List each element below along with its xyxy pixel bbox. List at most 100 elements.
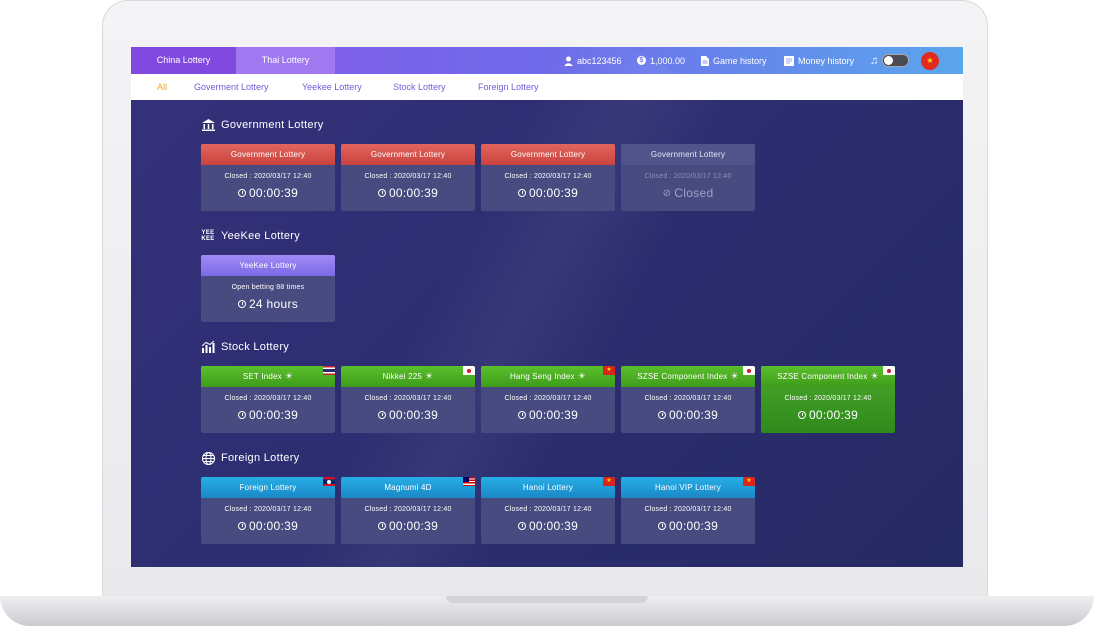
thailand-flag-icon (323, 366, 335, 375)
document-icon (701, 55, 709, 66)
countdown-value: 00:00:39 (248, 519, 299, 533)
money-history-link[interactable]: Money history (784, 47, 854, 74)
lottery-card-highlighted[interactable]: SZSE Component Index ☀ Closed : 2020/03/1… (761, 366, 895, 433)
card-status: ⊘ Closed (621, 186, 755, 200)
lottery-card[interactable]: Nikkei 225 ☀ Closed : 2020/03/17 12:40 00… (341, 366, 475, 433)
malaysia-flag-icon (463, 477, 475, 486)
language-selector[interactable]: ★ (921, 47, 939, 74)
card-countdown: 00:00:39 (341, 408, 475, 422)
laptop-notch (446, 596, 648, 603)
music-icon: ♫ (870, 54, 879, 67)
card-header: Hang Seng Index ☀ ★ (481, 366, 615, 387)
card-close-time: Closed : 2020/03/17 12:40 (364, 173, 452, 180)
card-header: Nikkei 225 ☀ (341, 366, 475, 387)
clock-icon (657, 522, 666, 530)
lottery-card[interactable]: Hanoi VIP Lottery ★ Closed : 2020/03/17 1… (621, 477, 755, 544)
section-foreign: Foreign Lottery (201, 450, 299, 466)
countdown-value: 00:00:39 (388, 519, 439, 533)
card-title: Magnumi 4D (384, 483, 432, 492)
clock-icon (237, 300, 246, 308)
lottery-card[interactable]: YeeKee Lottery Open betting 88 times 24 … (201, 255, 335, 322)
countdown-value: 00:00:39 (388, 408, 439, 422)
card-title: SZSE Component Index (637, 372, 728, 381)
card-title: YeeKee Lottery (201, 255, 335, 276)
subnav-foreign[interactable]: Foreign Lottery (478, 74, 539, 100)
card-countdown: 00:00:39 (481, 186, 615, 200)
lottery-card[interactable]: Government Lottery Closed : 2020/03/17 1… (201, 144, 335, 211)
subnav-yeekee[interactable]: Yeekee Lottery (302, 74, 362, 100)
sun-icon: ☀ (730, 371, 739, 381)
clock-icon (657, 411, 666, 419)
lottery-card[interactable]: Hang Seng Index ☀ ★ Closed : 2020/03/17 12… (481, 366, 615, 433)
card-close-time: Closed : 2020/03/17 12:40 (504, 506, 592, 513)
yeekee-logo-icon: YEE KEE (201, 230, 215, 242)
card-countdown: 00:00:39 (201, 186, 335, 200)
section-title-foreign: Foreign Lottery (221, 452, 300, 464)
countdown-value: 00:00:39 (248, 408, 299, 422)
clock-icon (377, 189, 386, 197)
clock-icon (517, 189, 526, 197)
japan-flag-icon (463, 366, 475, 375)
receipt-icon (784, 55, 794, 66)
sun-icon: ☀ (425, 371, 434, 381)
china-flag-icon: ★ (921, 51, 939, 70)
card-title: Hanoi Lottery (522, 483, 574, 492)
closed-icon: ⊘ (662, 187, 672, 199)
card-close-time: Closed : 2020/03/17 12:40 (644, 395, 732, 402)
hongkong-flag-icon: ★ (603, 366, 615, 375)
lottery-card[interactable]: Foreign Lottery Closed : 2020/03/17 12:4… (201, 477, 335, 544)
section-yeekee: YEE KEE YeeKee Lottery (201, 228, 300, 244)
section-government: Government Lottery (201, 117, 324, 133)
card-title: SZSE Component Index (777, 372, 868, 381)
sun-icon: ☀ (577, 371, 587, 381)
countdown-value: 00:00:39 (808, 408, 859, 422)
lottery-card[interactable]: Magnumi 4D Closed : 2020/03/17 12:40 00:… (341, 477, 475, 544)
card-title: Foreign Lottery (239, 483, 297, 492)
lottery-list: Government Lottery Government Lottery Cl… (131, 100, 963, 567)
card-header: SZSE Component Index ☀ (761, 366, 895, 387)
subnav-all[interactable]: All (157, 74, 167, 100)
card-close-time: Closed : 2020/03/17 12:40 (224, 506, 312, 513)
card-title: SET Index (242, 372, 282, 381)
clock-icon (517, 411, 526, 419)
clock-icon (237, 189, 246, 197)
game-history-link[interactable]: Game history (701, 47, 767, 74)
tab-china-lottery[interactable]: China Lottery (131, 47, 236, 74)
countdown-value: 00:00:39 (248, 186, 299, 200)
card-countdown: 00:00:39 (621, 519, 755, 533)
lottery-card-closed[interactable]: Government Lottery Closed : 2020/03/17 1… (621, 144, 755, 211)
card-title: Nikkei 225 (382, 372, 423, 381)
countdown-value: 00:00:39 (388, 186, 439, 200)
sound-toggle[interactable] (882, 54, 910, 67)
card-countdown: 00:00:39 (481, 408, 615, 422)
card-countdown: 00:00:39 (621, 408, 755, 422)
sound-control[interactable]: ♫ (870, 47, 910, 74)
card-close-time: Closed : 2020/03/17 12:40 (224, 395, 312, 402)
tab-thai-lottery[interactable]: Thai Lottery (236, 47, 335, 74)
lottery-card[interactable]: Government Lottery Closed : 2020/03/17 1… (341, 144, 475, 211)
card-close-time: Closed : 2020/03/17 12:40 (504, 173, 592, 180)
subnav-government[interactable]: Goverment Lottery (194, 74, 269, 100)
clock-icon (517, 522, 526, 530)
section-title-stock: Stock Lottery (221, 341, 290, 353)
clock-icon (377, 411, 386, 419)
card-title: Hang Seng Index (509, 372, 575, 381)
countdown-value: 00:00:39 (528, 186, 579, 200)
money-history-label: Money history (798, 55, 855, 66)
screen: China Lottery Thai Lottery abc123456 $ 1… (131, 47, 963, 567)
card-title: Government Lottery (621, 144, 755, 165)
countdown-value: 00:00:39 (528, 408, 579, 422)
lottery-card[interactable]: Government Lottery Closed : 2020/03/17 1… (481, 144, 615, 211)
card-betting-info: Open betting 88 times (231, 284, 305, 291)
lottery-card[interactable]: Hanoi Lottery ★ Closed : 2020/03/17 12:40… (481, 477, 615, 544)
clock-icon (237, 411, 246, 419)
japan-flag-icon (883, 366, 895, 375)
lottery-card[interactable]: SZSE Component Index ☀ Closed : 2020/03/1… (621, 366, 755, 433)
subnav-stock[interactable]: Stock Lottery (393, 74, 446, 100)
vietnam-flag-icon: ★ (743, 477, 755, 486)
card-countdown: 24 hours (201, 297, 335, 311)
card-close-time: Closed : 2020/03/17 12:40 (644, 173, 732, 180)
card-countdown: 00:00:39 (341, 519, 475, 533)
card-header: Magnumi 4D (341, 477, 475, 498)
lottery-card[interactable]: SET Index ☀ Closed : 2020/03/17 12:40 00:… (201, 366, 335, 433)
